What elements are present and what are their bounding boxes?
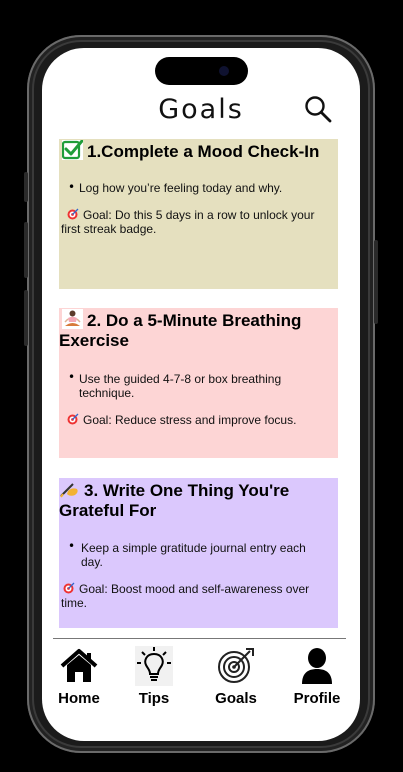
goal-card-breathing-exercise[interactable]: 2. Do a 5-Minute Breathing Exercise • Us… <box>59 308 338 458</box>
dart-target-icon <box>67 413 79 425</box>
nav-home[interactable]: Home <box>55 648 103 707</box>
volume-down-button <box>24 290 28 346</box>
check-mark-icon <box>61 139 84 160</box>
user-icon <box>302 648 332 684</box>
nav-goals-label: Goals <box>215 690 257 707</box>
lightbulb-icon <box>135 646 173 686</box>
home-icon <box>60 649 98 682</box>
goal-card-mood-check-in[interactable]: 1.Complete a Mood Check-In • Log how you… <box>59 139 338 289</box>
goal-card-goal: Goal: Reduce stress and improve focus. <box>61 413 332 427</box>
goal-card-heading: 1.Complete a Mood Check-In <box>59 139 336 162</box>
nav-home-label: Home <box>58 690 100 707</box>
goal-card-gratitude[interactable]: 3. Write One Thing You're Grateful For •… <box>59 478 338 628</box>
dart-target-icon <box>67 208 79 220</box>
writing-hand-icon <box>59 479 80 499</box>
dart-target-icon <box>63 582 75 594</box>
goal-card-heading: 2. Do a 5-Minute Breathing Exercise <box>59 309 302 350</box>
bullet-icon: • <box>68 370 76 384</box>
nav-profile[interactable]: Profile <box>289 648 345 707</box>
nav-tips-label: Tips <box>138 690 170 707</box>
goal-card-heading: 3. Write One Thing You're Grateful For <box>59 479 290 520</box>
action-button <box>24 172 28 202</box>
goal-card-goal: Goal: Boost mood and self-awareness over… <box>61 582 310 610</box>
goal-card-bullet: Log how you’re feeling today and why. <box>79 181 283 195</box>
camera-lens <box>219 66 229 76</box>
phone-screen: Goals 1.Complete a Mood Check-In • Log h… <box>42 48 360 741</box>
target-icon <box>218 648 254 683</box>
nav-profile-label: Profile <box>293 690 341 707</box>
power-button <box>374 240 378 324</box>
bullet-icon: • <box>68 539 76 553</box>
search-icon[interactable] <box>304 95 332 123</box>
goal-card-bullet: Use the guided 4-7-8 or box breathing te… <box>79 372 282 400</box>
volume-up-button <box>24 222 28 278</box>
dynamic-island <box>155 57 248 85</box>
goal-card-goal: Goal: Do this 5 days in a row to unlock … <box>61 208 315 236</box>
nav-divider <box>53 638 346 639</box>
nav-goals[interactable]: Goals <box>212 648 260 707</box>
nav-tips[interactable]: Tips <box>134 646 174 707</box>
meditation-icon <box>62 309 83 329</box>
goal-card-bullet: Keep a simple gratitude journal entry ea… <box>81 541 306 569</box>
bullet-icon: • <box>68 180 76 194</box>
